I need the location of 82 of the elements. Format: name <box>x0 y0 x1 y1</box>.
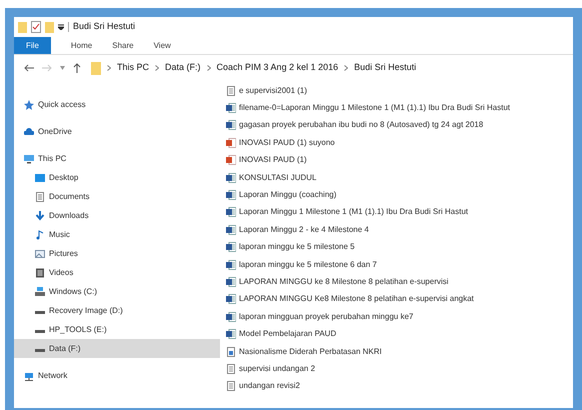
properties-icon <box>31 21 41 33</box>
folder-icon <box>91 62 101 74</box>
document-icon <box>35 192 45 202</box>
cloud-icon <box>24 126 34 136</box>
file-item[interactable]: INOVASI PAUD (1) suyono <box>226 134 573 152</box>
chevron-icon <box>206 65 211 71</box>
download-icon <box>35 210 45 220</box>
sidebar-item[interactable]: Documents <box>14 187 220 206</box>
file-item[interactable]: laporan minggu ke 5 milestone 5 <box>226 238 573 256</box>
chevron-icon <box>155 65 160 71</box>
document-icon <box>226 86 236 96</box>
sidebar-item[interactable]: Videos <box>14 263 220 282</box>
sidebar-item[interactable]: Data (F:) <box>14 339 220 358</box>
word-document-icon <box>226 276 236 287</box>
file-item[interactable]: e supervisi2001 (1) <box>226 82 573 100</box>
file-item[interactable]: Laporan Minggu (coaching) <box>226 186 573 204</box>
sidebar-item[interactable]: Windows (C:) <box>14 282 220 301</box>
chevron-icon <box>344 65 348 71</box>
window-title: Budi Sri Hestuti <box>73 20 136 34</box>
address-bar[interactable]: This PC Data (F:) Coach PIM 3 Ang 2 kel 1 2016 Budi Sri Hestuti <box>89 59 563 77</box>
breadcrumb-item[interactable]: Data (F:) <box>165 61 201 75</box>
file-item[interactable]: LAPORAN MINGGU Ke8 Milestone 8 pelatihan e-supervisi angkat <box>226 290 573 308</box>
file-item[interactable]: LAPORAN MINGGU ke 8 Milestone 8 pelatihan e-supervisi <box>226 273 573 291</box>
desktop-icon <box>35 172 45 182</box>
folder-icon <box>45 21 54 33</box>
word-document-icon <box>226 190 236 200</box>
sidebar-item[interactable]: OneDrive <box>14 122 220 141</box>
ribbon-tab[interactable]: File <box>14 37 51 54</box>
sidebar-item[interactable]: HP_TOOLS (E:) <box>14 320 220 339</box>
document-icon <box>226 364 236 374</box>
word-document-icon <box>226 224 236 235</box>
folder-icon <box>18 21 27 33</box>
sidebar-item[interactable]: This PC <box>14 149 220 168</box>
file-item[interactable]: Model Pembelajaran PAUD <box>226 325 573 343</box>
ribbon-tab[interactable]: View <box>144 37 181 54</box>
document-icon <box>226 381 236 392</box>
presentation-icon <box>226 155 236 166</box>
up-icon[interactable] <box>73 63 81 73</box>
breadcrumb-item[interactable]: This PC <box>117 61 150 75</box>
presentation-icon <box>226 138 236 148</box>
sidebar-item[interactable]: Pictures <box>14 244 220 263</box>
file-item[interactable]: laporan mingguan proyek perubahan minggu ke7 <box>226 308 573 326</box>
file-item[interactable]: laporan minggu ke 5 milestone 6 dan 7 <box>226 256 573 274</box>
word-document-icon <box>226 312 236 322</box>
file-item[interactable]: KONSULTASI JUDUL <box>226 168 573 186</box>
ribbon-tab[interactable]: Home <box>60 37 102 54</box>
breadcrumb-item[interactable]: Coach PIM 3 Ang 2 kel 1 2016 <box>216 61 338 75</box>
file-item[interactable]: gagasan proyek perubahan ibu budi no 8 (Autosaved) tg 24 agt 2018 <box>226 116 573 134</box>
word-document-icon <box>226 207 236 218</box>
back-icon[interactable] <box>24 64 34 72</box>
file-item[interactable]: supervisi undangan 2 <box>226 360 573 378</box>
sidebar-item[interactable]: Desktop <box>14 168 220 187</box>
image-file-icon <box>226 346 236 357</box>
word-document-icon <box>226 294 236 304</box>
music-note-icon <box>35 230 45 240</box>
breadcrumb-item[interactable]: Budi Sri Hestuti <box>354 61 416 75</box>
word-document-icon <box>226 120 236 130</box>
file-item[interactable]: Laporan Minggu 2 - ke 4 Milestone 4 <box>226 221 573 239</box>
file-item[interactable]: INOVASI PAUD (1) <box>226 152 573 169</box>
sidebar-item[interactable]: Music <box>14 225 220 244</box>
network-icon <box>24 370 34 380</box>
word-document-icon <box>226 103 236 114</box>
sidebar-item[interactable]: Quick access <box>14 95 220 114</box>
file-item[interactable]: Laporan Minggu 1 Milestone 1 (M1 (1).1) Ibu Dra Budi Sri Hastut <box>226 204 573 222</box>
monitor-icon <box>24 154 34 164</box>
word-document-icon <box>226 172 236 183</box>
ribbon-tab[interactable]: Share <box>102 37 144 54</box>
video-icon <box>35 268 45 278</box>
word-document-icon <box>226 260 236 270</box>
chevron-icon <box>107 65 111 71</box>
word-document-icon <box>226 242 236 252</box>
sidebar-item[interactable]: Network <box>14 366 220 385</box>
file-item[interactable]: filename-0=Laporan Minggu 1 Milestone 1 (M1 (1).1) Ibu Dra Budi Sri Hastut <box>226 99 573 117</box>
drive-icon <box>35 286 45 296</box>
file-item[interactable]: undangan revisi2 <box>226 378 573 396</box>
file-item[interactable]: Nasionalisme Diderah Perbatasan NKRI <box>226 342 573 360</box>
sidebar-item[interactable]: Downloads <box>14 206 220 225</box>
word-document-icon <box>226 329 236 340</box>
star-icon <box>24 100 34 110</box>
sidebar-item[interactable]: Recovery Image (D:) <box>14 301 220 320</box>
picture-icon <box>35 248 45 258</box>
dropdown-icon[interactable] <box>58 24 64 30</box>
